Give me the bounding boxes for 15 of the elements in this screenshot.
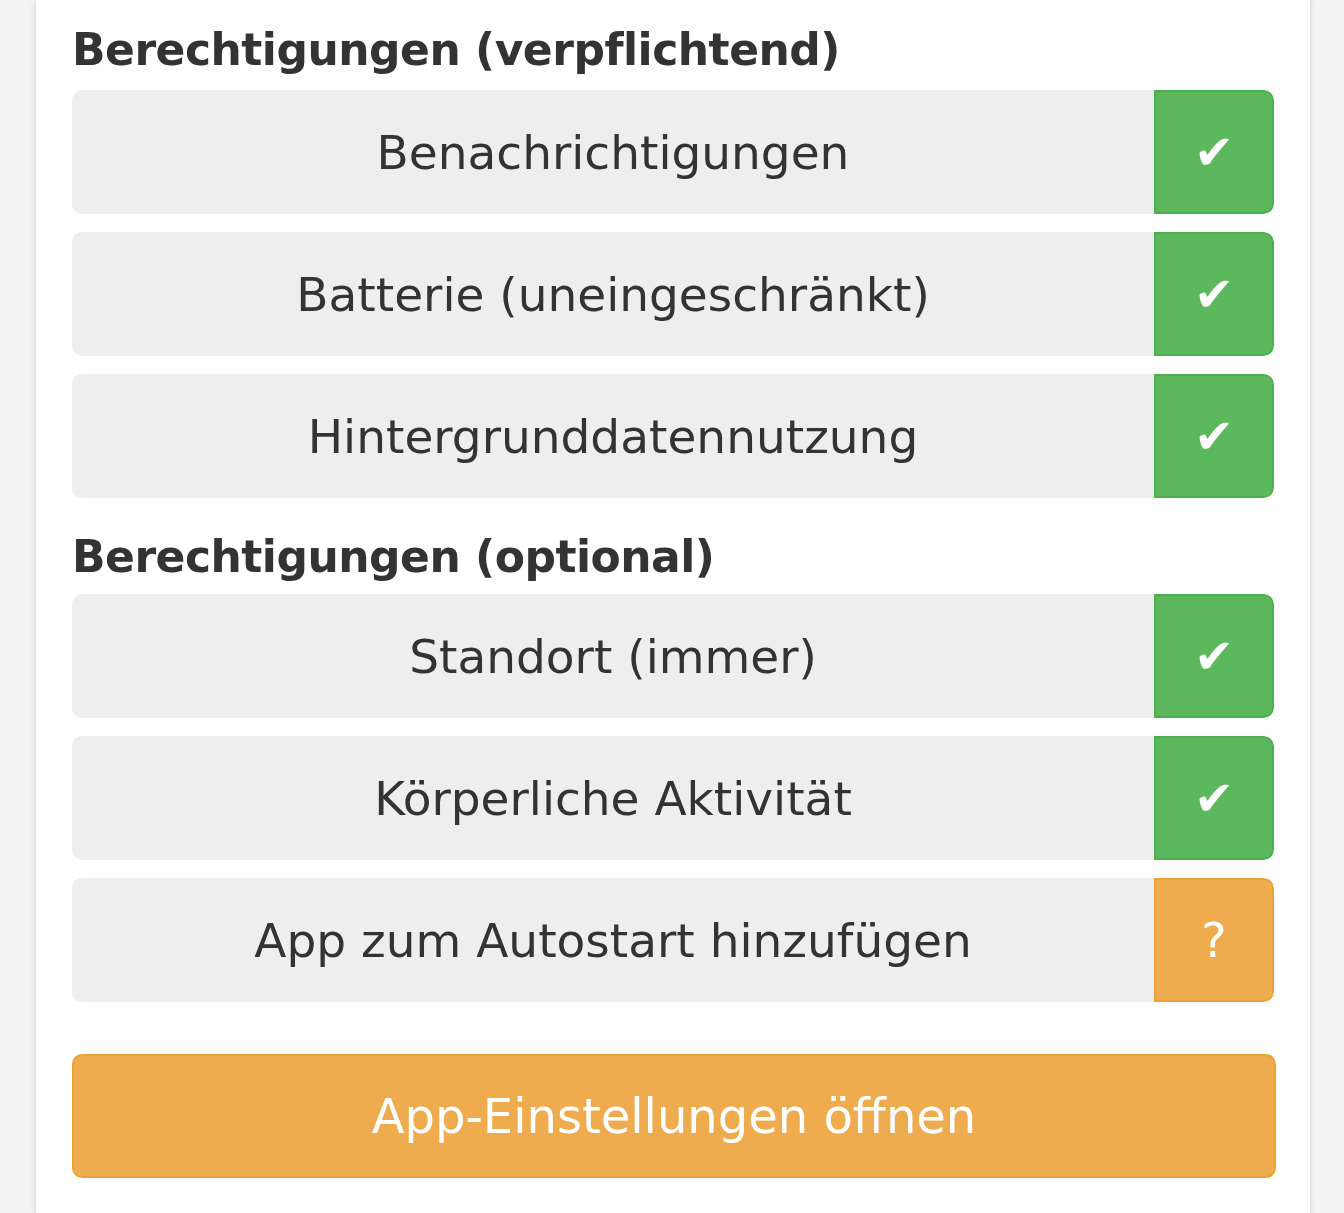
- status-indicator[interactable]: ✔: [1154, 374, 1274, 498]
- status-indicator[interactable]: ✔: [1154, 232, 1274, 356]
- open-settings-button[interactable]: App-Einstellungen öffnen: [72, 1054, 1276, 1178]
- permission-label[interactable]: Hintergrunddatennutzung: [72, 374, 1154, 498]
- permission-label[interactable]: App zum Autostart hinzufügen: [72, 878, 1154, 1002]
- permission-label[interactable]: Benachrichtigungen: [72, 90, 1154, 214]
- permission-label[interactable]: Batterie (uneingeschränkt): [72, 232, 1154, 356]
- section-heading: Berechtigungen (verpflichtend): [72, 23, 841, 77]
- section-heading: Berechtigungen (optional): [72, 530, 716, 584]
- status-indicator[interactable]: ?: [1154, 878, 1274, 1002]
- permission-label[interactable]: Standort (immer): [72, 594, 1154, 718]
- status-indicator[interactable]: ✔: [1154, 90, 1274, 214]
- permission-label[interactable]: Körperliche Aktivität: [72, 736, 1154, 860]
- status-indicator[interactable]: ✔: [1154, 594, 1274, 718]
- status-indicator[interactable]: ✔: [1154, 736, 1274, 860]
